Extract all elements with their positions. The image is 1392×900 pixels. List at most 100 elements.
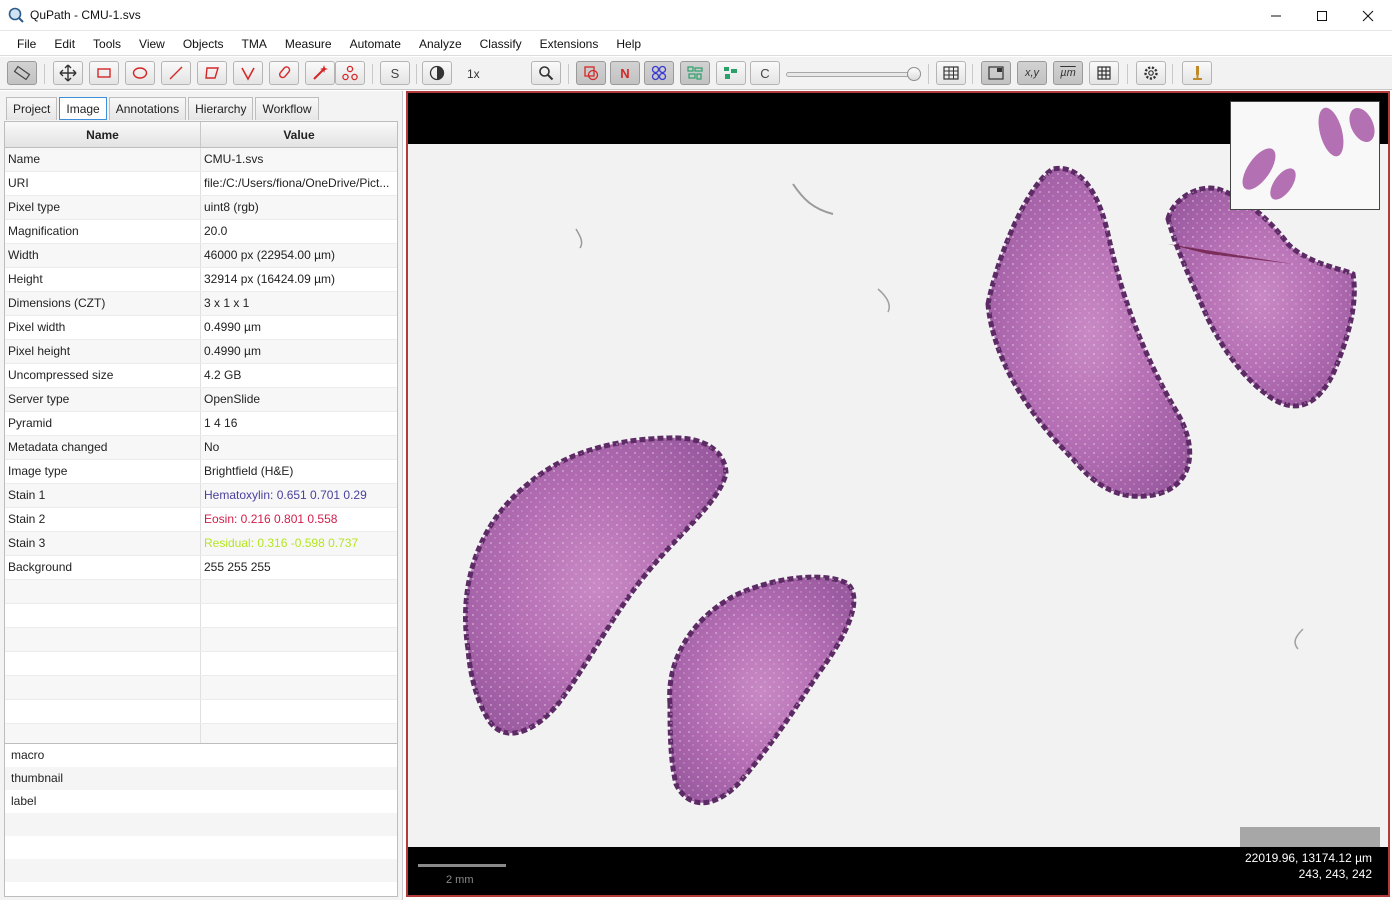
analysis-pane-toggle-button[interactable]	[7, 61, 37, 85]
property-name: Magnification	[5, 220, 201, 243]
table-row[interactable]: Server type OpenSlide	[5, 388, 397, 412]
table-row[interactable]: URI file:/C:/Users/fiona/OneDrive/Pict...	[5, 172, 397, 196]
tab-image[interactable]: Image	[59, 97, 107, 120]
menu-view[interactable]: View	[130, 32, 174, 56]
column-header-name[interactable]: Name	[5, 122, 201, 147]
fill-detections-button[interactable]	[716, 61, 746, 85]
opacity-slider-thumb[interactable]	[907, 67, 921, 81]
show-connections-button[interactable]: C	[750, 61, 780, 85]
minimize-button[interactable]	[1253, 0, 1299, 31]
table-row[interactable]: Uncompressed size 4.2 GB	[5, 364, 397, 388]
maximize-button[interactable]	[1299, 0, 1345, 31]
table-row-empty	[5, 604, 397, 628]
menu-tools[interactable]: Tools	[84, 32, 130, 56]
menu-measure[interactable]: Measure	[276, 32, 341, 56]
slide-image[interactable]	[408, 144, 1388, 847]
tab-hierarchy[interactable]: Hierarchy	[188, 97, 254, 120]
overview-image	[1242, 107, 1375, 200]
zoom-to-fit-button[interactable]	[531, 61, 561, 85]
scale-bar	[418, 864, 506, 867]
cursor-location-label: x,y	[1024, 67, 1040, 79]
annotations-icon	[584, 66, 599, 81]
list-item-label[interactable]: label	[5, 790, 397, 813]
brightness-contrast-button[interactable]	[422, 61, 452, 85]
table-row[interactable]: Pyramid 1 4 16	[5, 412, 397, 436]
table-row[interactable]: Name CMU-1.svs	[5, 148, 397, 172]
show-scalebar-button[interactable]: µm	[1053, 61, 1083, 85]
minimize-icon	[1271, 15, 1281, 16]
property-name: Name	[5, 148, 201, 171]
list-item-empty	[5, 836, 397, 859]
table-row[interactable]: Stain 2 Eosin: 0.216 0.801 0.558	[5, 508, 397, 532]
line-tool-button[interactable]	[161, 61, 191, 85]
table-row[interactable]: Pixel width 0.4990 µm	[5, 316, 397, 340]
show-tma-grid-button[interactable]	[644, 61, 674, 85]
show-overview-button[interactable]	[981, 61, 1011, 85]
names-label: N	[620, 65, 630, 81]
analysis-tabs: Project Image Annotations Hierarchy Work…	[6, 97, 321, 121]
points-icon	[342, 65, 358, 81]
table-row[interactable]: Dimensions (CZT) 3 x 1 x 1	[5, 292, 397, 316]
overview-thumbnail[interactable]	[1230, 101, 1380, 210]
table-row[interactable]: Pixel type uint8 (rgb)	[5, 196, 397, 220]
table-row[interactable]: Magnification 20.0	[5, 220, 397, 244]
associated-images-list[interactable]: macro thumbnail label	[4, 743, 398, 897]
menu-help[interactable]: Help	[607, 32, 650, 56]
menu-file[interactable]: File	[8, 32, 45, 56]
tab-project[interactable]: Project	[6, 97, 58, 120]
show-grid-button[interactable]	[1089, 61, 1119, 85]
rectangle-tool-button[interactable]	[89, 61, 119, 85]
scalebar-label: µm	[1060, 67, 1076, 79]
menu-tma[interactable]: TMA	[233, 32, 276, 56]
property-value: CMU-1.svs	[204, 152, 264, 166]
menu-objects[interactable]: Objects	[174, 32, 233, 56]
table-row[interactable]: Image type Brightfield (H&E)	[5, 460, 397, 484]
wand-tool-button[interactable]	[305, 61, 335, 85]
preferences-button[interactable]	[1136, 61, 1166, 85]
list-item-empty	[5, 859, 397, 882]
polyline-tool-button[interactable]	[233, 61, 263, 85]
table-row[interactable]: Pixel height 0.4990 µm	[5, 340, 397, 364]
brush-tool-button[interactable]	[269, 61, 299, 85]
table-row-empty	[5, 676, 397, 700]
log-viewer-button[interactable]	[1182, 61, 1212, 85]
points-tool-button[interactable]	[335, 61, 365, 85]
tab-annotations[interactable]: Annotations	[108, 97, 187, 120]
menu-automate[interactable]: Automate	[341, 32, 410, 56]
property-value: 3 x 1 x 1	[204, 296, 250, 310]
close-button[interactable]	[1345, 0, 1391, 31]
rectangle-icon	[97, 68, 111, 78]
show-annotations-button[interactable]	[576, 61, 606, 85]
property-name: Stain 3	[5, 532, 201, 555]
menu-extensions[interactable]: Extensions	[531, 32, 608, 56]
move-tool-button[interactable]	[53, 61, 83, 85]
table-row[interactable]: Width 46000 px (22954.00 µm)	[5, 244, 397, 268]
menu-classify[interactable]: Classify	[471, 32, 531, 56]
show-detections-button[interactable]	[680, 61, 710, 85]
table-row[interactable]: Background 255 255 255	[5, 556, 397, 580]
table-row[interactable]: Stain 1 Hematoxylin: 0.651 0.701 0.29	[5, 484, 397, 508]
show-names-button[interactable]: N	[610, 61, 640, 85]
table-row[interactable]: Metadata changed No	[5, 436, 397, 460]
column-header-value[interactable]: Value	[201, 122, 397, 147]
polygon-tool-button[interactable]	[197, 61, 227, 85]
measurement-table-button[interactable]	[936, 61, 966, 85]
selection-mode-button[interactable]: S	[380, 61, 410, 85]
property-name: Stain 2	[5, 508, 201, 531]
table-row[interactable]: Stain 3 Residual: 0.316 -0.598 0.737	[5, 532, 397, 556]
table-row[interactable]: Height 32914 px (16424.09 µm)	[5, 268, 397, 292]
list-item-thumbnail[interactable]: thumbnail	[5, 767, 397, 790]
menu-analyze[interactable]: Analyze	[410, 32, 471, 56]
opacity-slider[interactable]	[786, 67, 921, 81]
show-cursor-location-button[interactable]: x,y	[1017, 61, 1047, 85]
title-bar: QuPath - CMU-1.svs	[0, 0, 1392, 31]
list-item-macro[interactable]: macro	[5, 744, 397, 767]
menu-edit[interactable]: Edit	[45, 32, 84, 56]
qupath-app-icon	[8, 7, 24, 23]
image-viewer[interactable]: 2 mm 22019.96, 13174.12 µm 243, 243, 242	[406, 91, 1390, 897]
gear-icon	[1144, 66, 1158, 80]
overlay-region	[1240, 827, 1380, 847]
image-properties-table[interactable]: Name Value Name CMU-1.svs URI file:/C:/User…	[4, 121, 398, 829]
ellipse-tool-button[interactable]	[125, 61, 155, 85]
tab-workflow[interactable]: Workflow	[255, 97, 319, 120]
